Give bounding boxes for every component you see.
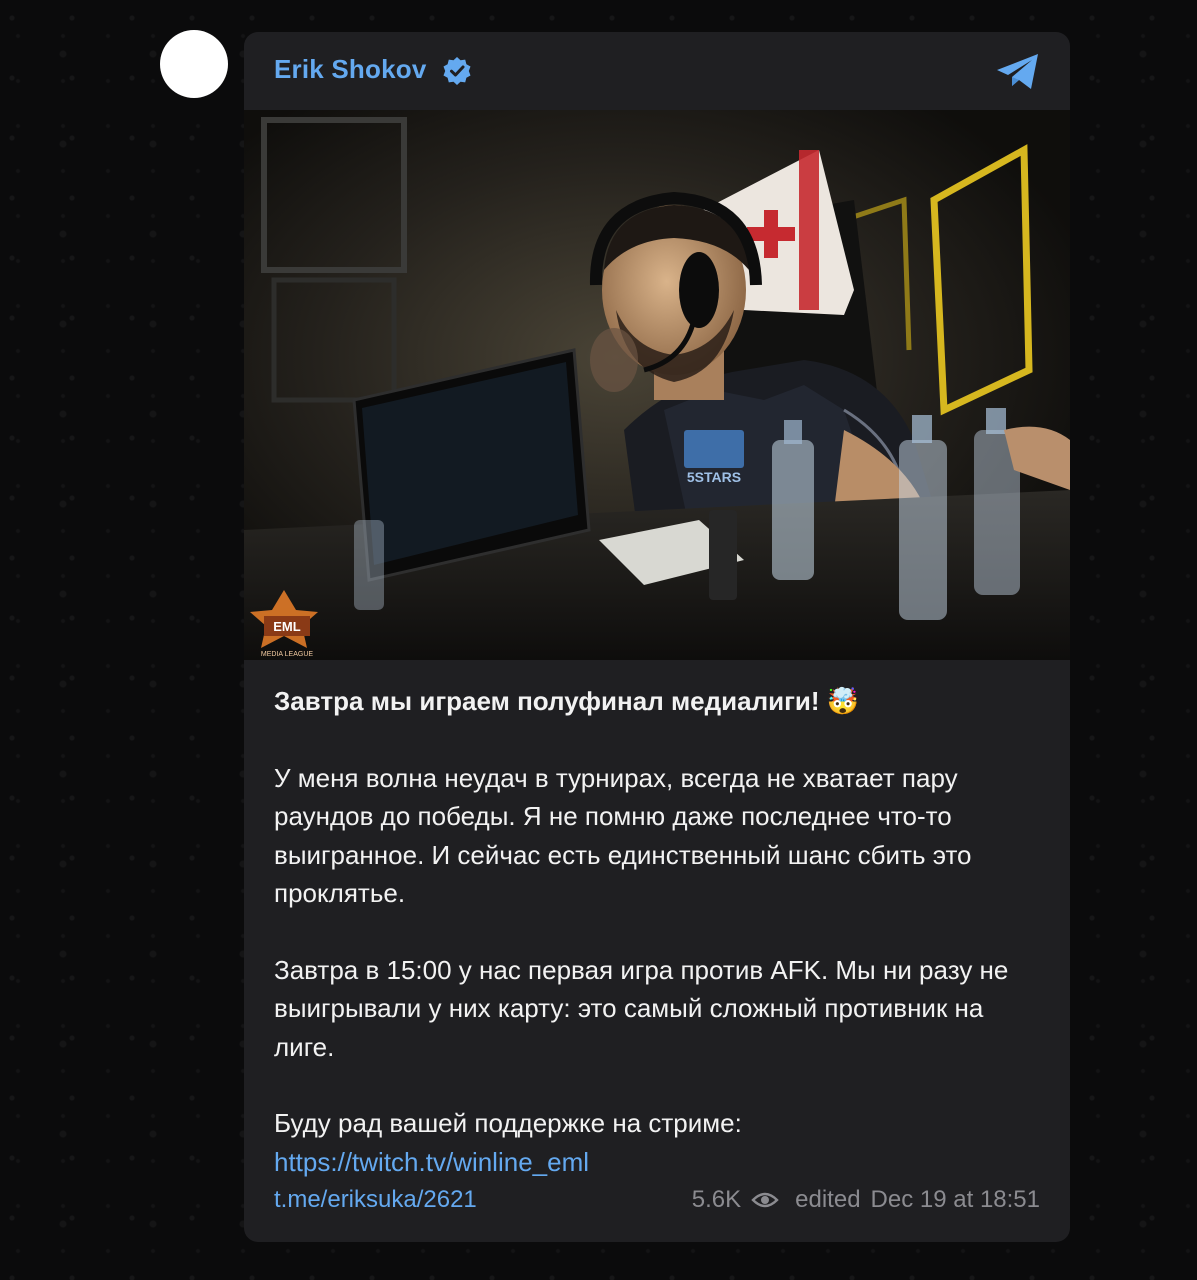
post-text: Завтра мы играем полуфинал медиалиги! 🤯 … <box>274 682 1044 1181</box>
edited-label: edited <box>795 1186 861 1213</box>
post-timestamp: Dec 19 at 18:51 <box>870 1186 1040 1213</box>
post-headline: Завтра мы играем полуфинал медиалиги! 🤯 <box>274 686 860 716</box>
eye-icon <box>751 1192 779 1208</box>
author-name[interactable]: Erik Shokov <box>274 54 426 85</box>
post-photo[interactable]: 5STARS EML MEDIA LEAGUE <box>244 110 1070 660</box>
logo-text: EML <box>273 619 301 634</box>
verified-badge-icon <box>443 57 471 85</box>
post-paragraph-3: Буду рад вашей поддержке на стриме: <box>274 1108 742 1138</box>
telegram-icon[interactable] <box>994 52 1042 92</box>
post-footer: t.me/eriksuka/2621 5.6K edited Dec 19 at… <box>274 1186 1040 1218</box>
post-card: Erik Shokov 5STARS EML MEDIA LEAGUE Завт… <box>244 32 1070 1242</box>
view-count: 5.6K <box>691 1186 742 1213</box>
post-header: Erik Shokov <box>244 32 1070 110</box>
logo-subtext: MEDIA LEAGUE <box>261 651 313 658</box>
post-link[interactable]: t.me/eriksuka/2621 <box>274 1186 477 1214</box>
avatar[interactable] <box>160 30 228 98</box>
post-meta: 5.6K edited Dec 19 at 18:51 <box>692 1186 1040 1214</box>
post-paragraph-2: Завтра в 15:00 у нас первая игра против … <box>274 954 1009 1062</box>
stream-link[interactable]: https://twitch.tv/winline_eml <box>274 1143 1044 1182</box>
jersey-text: 5STARS <box>687 469 741 485</box>
post-paragraph-1: У меня волна неудач в турнирах, всегда н… <box>274 762 972 909</box>
